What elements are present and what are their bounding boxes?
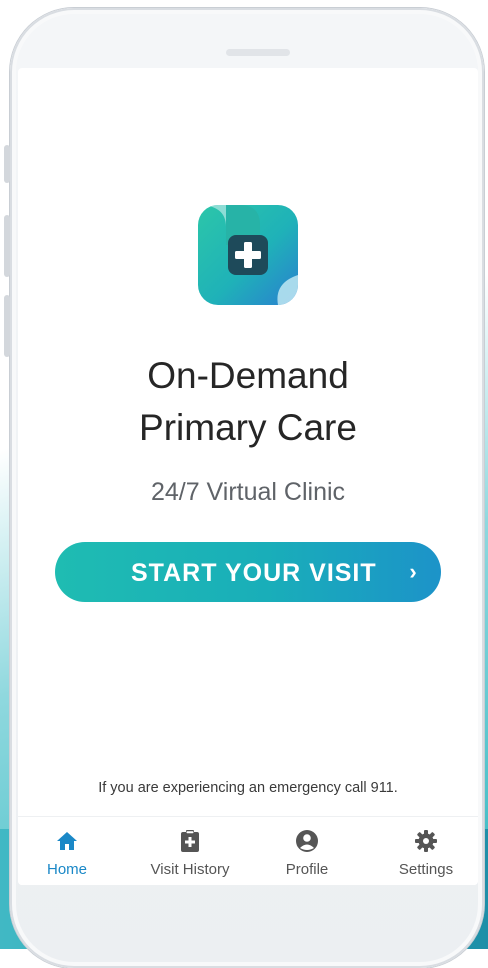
bottom-nav: Home Visit History Profile Settings bbox=[18, 816, 478, 885]
gear-icon bbox=[415, 830, 437, 852]
clipboard-plus-icon bbox=[181, 830, 199, 852]
app-logo bbox=[198, 205, 298, 305]
phone-side-button bbox=[4, 215, 10, 277]
emergency-notice: If you are experiencing an emergency cal… bbox=[98, 780, 398, 796]
app-screen: On-Demand Primary Care 24/7 Virtual Clin… bbox=[18, 68, 478, 885]
app-subtitle: 24/7 Virtual Clinic bbox=[150, 478, 346, 506]
chevron-right-icon: › bbox=[409, 559, 417, 584]
user-circle-icon bbox=[296, 830, 318, 852]
app-title-line-2: Primary Care bbox=[139, 407, 357, 448]
nav-item-profile[interactable]: Profile bbox=[252, 817, 362, 885]
nav-label-home: Home bbox=[46, 861, 87, 878]
phone-side-button bbox=[4, 145, 10, 183]
start-visit-button[interactable]: START YOUR VISIT › bbox=[55, 542, 441, 602]
nav-item-home[interactable]: Home bbox=[18, 817, 122, 885]
phone-speaker bbox=[226, 49, 290, 56]
nav-label-visit-history: Visit History bbox=[150, 861, 230, 878]
app-title-line-1: On-Demand bbox=[147, 355, 349, 396]
start-visit-label: START YOUR VISIT bbox=[131, 559, 377, 587]
home-icon bbox=[57, 832, 77, 850]
medical-cross-logo-icon bbox=[198, 205, 298, 305]
nav-item-visit-history[interactable]: Visit History bbox=[135, 817, 245, 885]
nav-item-settings[interactable]: Settings bbox=[371, 817, 478, 885]
nav-label-settings: Settings bbox=[398, 861, 454, 878]
phone-side-button bbox=[4, 295, 10, 357]
nav-label-profile: Profile bbox=[285, 861, 329, 878]
